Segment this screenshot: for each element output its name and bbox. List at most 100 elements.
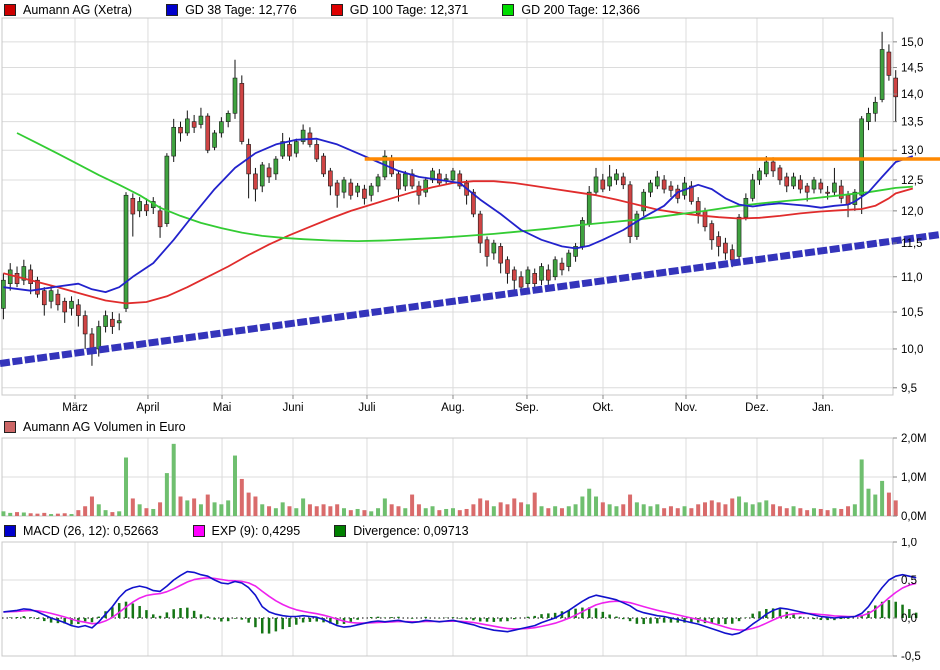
axis-tick-label: März [62, 402, 88, 414]
candle-body [710, 224, 714, 240]
volume-bar [839, 509, 843, 516]
candle-body [42, 291, 46, 305]
candle-body [764, 162, 768, 174]
candle-body [798, 180, 802, 189]
volume-bar [567, 506, 571, 516]
volume-bar [1, 511, 5, 516]
candle-body [322, 156, 326, 174]
volume-bar [894, 500, 898, 516]
volume-bar [390, 504, 394, 516]
legend-item: EXP (9): 0,4295 [193, 524, 301, 538]
volume-bar [655, 504, 659, 516]
volume-bar [356, 509, 360, 516]
candle-body [594, 177, 598, 192]
candle-body [8, 270, 12, 284]
candle-body [49, 291, 53, 302]
volume-bar [499, 502, 503, 516]
candle-body [478, 214, 482, 243]
candle-body [717, 237, 721, 247]
candle-body [860, 119, 864, 195]
legend-label: GD 38 Tage: 12,776 [185, 3, 297, 17]
volume-bar [165, 473, 169, 516]
candle-body [274, 159, 278, 174]
axis-tick-label: -0,5 [901, 651, 921, 663]
price-plot-border [2, 18, 893, 395]
volume-bar [349, 510, 353, 516]
price-chart: 15,014,514,013,513,012,512,011,511,010,5… [0, 16, 940, 414]
volume-bar [819, 509, 823, 516]
candle-body [771, 162, 775, 171]
volume-bar [730, 498, 734, 516]
volume-bar [737, 497, 741, 517]
volume-bar [76, 510, 80, 516]
volume-bar [274, 508, 278, 516]
volume-bar [580, 497, 584, 517]
candle-body [97, 327, 101, 349]
volume-bar [662, 508, 666, 516]
candle-body [703, 211, 707, 227]
volume-bar [179, 497, 183, 517]
candle-body [887, 52, 891, 75]
volume-bar [301, 498, 305, 516]
volume-bar [219, 504, 223, 516]
candle-body [560, 263, 564, 270]
candle-body [76, 305, 80, 316]
volume-bar [860, 459, 864, 516]
volume-bar [8, 513, 12, 516]
candle-body [110, 319, 114, 326]
candlesticks [1, 32, 897, 366]
volume-bar [744, 502, 748, 516]
legend-item: Aumann AG (Xetra) [4, 3, 132, 17]
axis-tick-label: Mai [213, 402, 232, 414]
candle-body [424, 180, 428, 192]
legend-item: GD 200 Tage: 12,366 [502, 3, 640, 17]
axis-tick-label: 1,0 [901, 538, 917, 549]
legend-color-swatch-icon [166, 4, 178, 16]
candle-body [832, 183, 836, 192]
axis-tick-label: 0,0 [901, 613, 917, 625]
candle-body [63, 301, 67, 312]
candle-body [730, 250, 734, 260]
volume-bar [533, 493, 537, 516]
legend-label: GD 100 Tage: 12,371 [350, 3, 469, 17]
legend-item: Divergence: 0,09713 [334, 524, 468, 538]
volume-bar [431, 506, 435, 516]
candle-body [172, 127, 176, 156]
candle-body [437, 174, 441, 183]
volume-bar [676, 508, 680, 516]
volume-bar [97, 504, 101, 516]
candle-body [669, 186, 673, 190]
candle-body [213, 133, 217, 147]
candle-body [587, 192, 591, 223]
volume-bar [771, 504, 775, 516]
axis-tick-label: 1,0M [901, 472, 927, 484]
volume-bar [287, 506, 291, 516]
candle-body [778, 168, 782, 180]
legend-label: MACD (26, 12): 0,52663 [23, 524, 159, 538]
volume-bar [403, 508, 407, 516]
candle-body [785, 177, 789, 186]
candle-body [614, 174, 618, 180]
volume-chart: 2,0M1,0M0,0M [0, 432, 940, 524]
legend-label: Divergence: 0,09713 [353, 524, 468, 538]
axis-tick-label: 0,5 [901, 575, 917, 587]
volume-bar [826, 510, 830, 516]
candle-body [519, 277, 523, 287]
volume-bar [424, 508, 428, 516]
candle-body [880, 49, 884, 99]
candle-body [826, 192, 830, 193]
candle-body [219, 122, 223, 133]
candle-body [792, 177, 796, 186]
axis-tick-label: Okt. [592, 402, 613, 414]
candle-body [253, 174, 257, 189]
volume-bar [437, 510, 441, 516]
volume-bar [519, 502, 523, 516]
volume-bar [369, 511, 373, 516]
volume-bar [608, 504, 612, 516]
volume-bar [485, 500, 489, 516]
candle-body [649, 183, 653, 192]
candle-body [540, 266, 544, 280]
volume-bar [131, 498, 135, 516]
volume-bar [322, 504, 326, 516]
axis-tick-label: Dez. [745, 402, 769, 414]
